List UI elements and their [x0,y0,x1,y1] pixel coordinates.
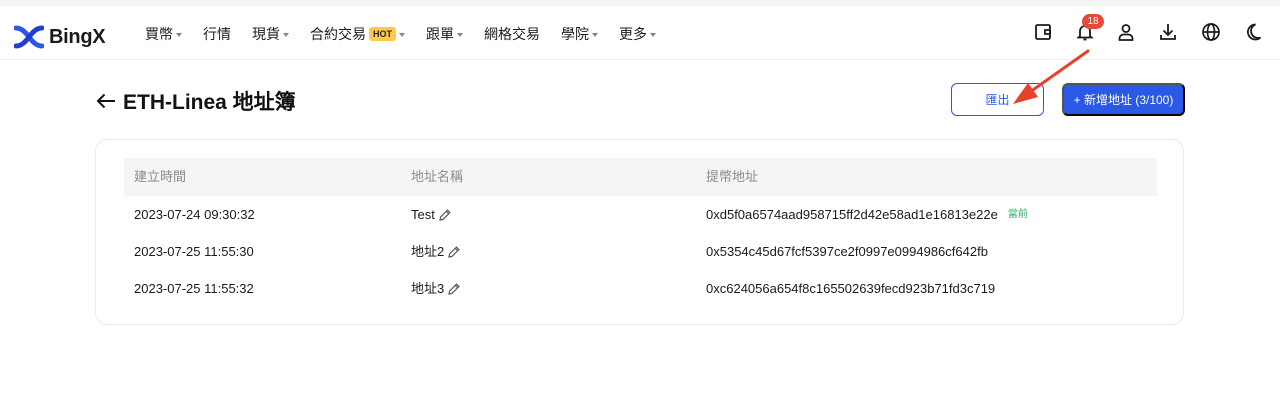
chevron-down-icon [457,32,463,37]
edit-pencil-icon[interactable] [447,245,461,259]
export-button[interactable]: 匯出 [951,83,1044,116]
main-nav: 買幣 行情 現貨 合約交易 HOT 跟單 網格交易 學院 更多 [145,24,677,44]
address-name-cell: Test [411,196,452,233]
address-name-cell: 地址3 [411,270,461,307]
globe-icon[interactable] [1198,19,1224,45]
table-row: 2023-07-25 11:55:32 地址3 0xc624056a654f8c… [124,270,1157,307]
header-tools [1030,19,1270,45]
logo-text: BingX [49,25,106,48]
chevron-down-icon [399,32,405,37]
nav-item-buy-crypto[interactable]: 買幣 [145,24,182,44]
withdraw-address-cell: 0x5354c45d67fcf5397ce2f0997e0994986cf642… [706,233,988,270]
bingx-logo[interactable]: BingX [14,25,106,49]
nav-label: 合約交易 [310,26,366,42]
nav-label: 買幣 [145,26,173,42]
nav-label: 行情 [203,26,231,42]
chevron-down-icon [592,32,598,37]
created-time: 2023-07-24 09:30:32 [134,207,255,222]
table-header: 建立時間 地址名稱 提幣地址 [124,158,1157,196]
nav-item-copy-trading[interactable]: 跟單 [426,24,463,44]
nav-label: 網格交易 [484,26,540,42]
nav-item-academy[interactable]: 學院 [561,24,598,44]
withdraw-address-cell: 0xc624056a654f8c165502639fecd923b71fd3c7… [706,270,995,307]
address-name: Test [411,207,435,222]
nav-item-grid-trading[interactable]: 網格交易 [484,24,540,44]
chevron-down-icon [650,32,656,37]
address-name: 地址2 [411,244,445,259]
nav-label: 學院 [561,26,589,42]
nav-item-spot[interactable]: 現貨 [252,24,289,44]
back-arrow-icon[interactable] [95,90,117,112]
withdraw-address: 0xd5f0a6574aad958715ff2d42e58ad1e16813e2… [706,207,998,222]
edit-pencil-icon[interactable] [447,282,461,296]
created-time: 2023-07-25 11:55:30 [134,244,254,259]
nav-label: 更多 [619,26,647,42]
nav-item-futures[interactable]: 合約交易 HOT [310,24,405,44]
chevron-down-icon [283,32,289,37]
bingx-logo-icon [14,25,44,49]
page-title: ETH-Linea 地址簿 [95,86,296,116]
created-time: 2023-07-25 11:55:32 [134,281,254,296]
chevron-down-icon [176,32,182,37]
column-address-name: 地址名稱 [411,169,464,184]
column-withdraw-address: 提幣地址 [706,169,759,184]
add-address-button[interactable]: + 新增地址 (3/100) [1062,83,1185,116]
page-title-text: ETH-Linea 地址簿 [123,91,296,114]
nav-label: 跟單 [426,26,454,42]
withdraw-address-cell: 0xd5f0a6574aad958715ff2d42e58ad1e16813e2… [706,196,1028,233]
moon-icon[interactable] [1240,19,1266,45]
table-row: 2023-07-24 09:30:32 Test 0xd5f0a6574aad9… [124,196,1157,233]
edit-pencil-icon[interactable] [438,208,452,222]
address-name: 地址3 [411,281,445,296]
withdraw-address: 0x5354c45d67fcf5397ce2f0997e0994986cf642… [706,244,988,259]
address-name-cell: 地址2 [411,233,461,270]
table-row: 2023-07-25 11:55:30 地址2 0x5354c45d67fcf5… [124,233,1157,270]
nav-item-markets[interactable]: 行情 [203,24,231,44]
nav-label: 現貨 [252,26,280,42]
current-tag: 當前 [1007,209,1028,220]
wallet-icon[interactable] [1030,19,1056,45]
nav-item-more[interactable]: 更多 [619,24,656,44]
withdraw-address: 0xc624056a654f8c165502639fecd923b71fd3c7… [706,281,996,296]
notification-badge: 18 [1082,14,1104,29]
download-icon[interactable] [1155,19,1181,45]
column-created-time: 建立時間 [134,169,187,184]
user-icon[interactable] [1113,19,1139,45]
hot-badge: HOT [369,27,396,41]
address-book-card: 建立時間 地址名稱 提幣地址 2023-07-24 09:30:32 Test … [95,139,1184,325]
